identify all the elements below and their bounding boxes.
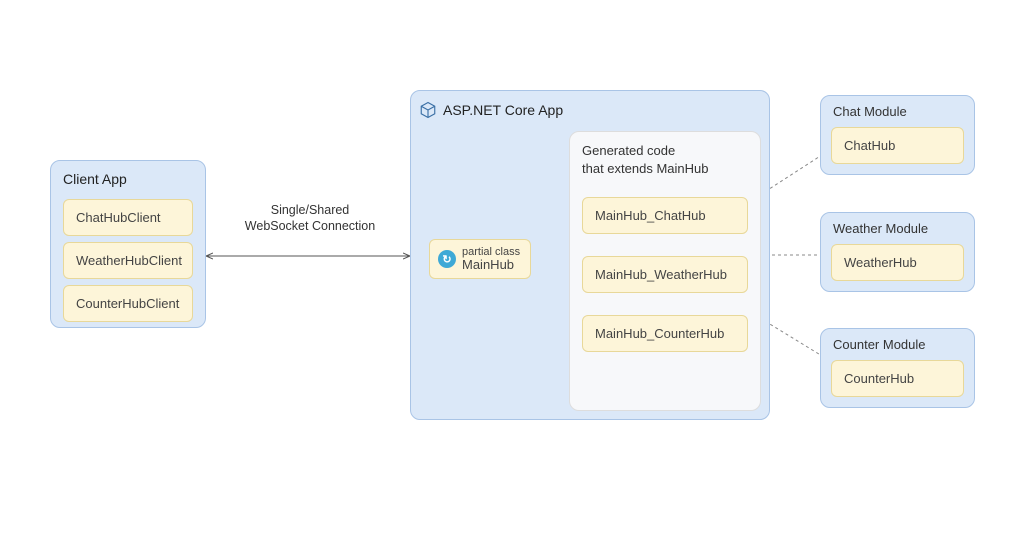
generated-code-title: Generated code that extends MainHub bbox=[570, 132, 760, 183]
weather-module-box: Weather Module WeatherHub bbox=[820, 212, 975, 292]
connection-label-line1: Single/Shared bbox=[225, 202, 395, 218]
generated-item-counter: MainHub_CounterHub bbox=[582, 315, 748, 352]
client-item-chat: ChatHubClient bbox=[63, 199, 193, 236]
roslyn-icon: ↻ bbox=[438, 250, 456, 268]
weather-module-hub: WeatherHub bbox=[831, 244, 964, 281]
client-app-box: Client App ChatHubClient WeatherHubClien… bbox=[50, 160, 206, 328]
generated-item-weather: MainHub_WeatherHub bbox=[582, 256, 748, 293]
connection-label-line2: WebSocket Connection bbox=[225, 218, 395, 234]
generated-item-chat: MainHub_ChatHub bbox=[582, 197, 748, 234]
server-app-box: ASP.NET Core App ↻ partial class MainHub… bbox=[410, 90, 770, 420]
generated-code-box: Generated code that extends MainHub Main… bbox=[569, 131, 761, 411]
chat-module-box: Chat Module ChatHub bbox=[820, 95, 975, 175]
counter-module-hub: CounterHub bbox=[831, 360, 964, 397]
mainhub-name: MainHub bbox=[462, 258, 520, 272]
chat-module-title: Chat Module bbox=[821, 96, 974, 123]
counter-module-title: Counter Module bbox=[821, 329, 974, 356]
server-app-title: ASP.NET Core App bbox=[411, 91, 769, 128]
counter-module-box: Counter Module CounterHub bbox=[820, 328, 975, 408]
cube-icon bbox=[419, 101, 437, 122]
weather-module-title: Weather Module bbox=[821, 213, 974, 240]
chat-module-hub: ChatHub bbox=[831, 127, 964, 164]
client-item-counter: CounterHubClient bbox=[63, 285, 193, 322]
mainhub-pill: ↻ partial class MainHub bbox=[429, 239, 531, 279]
client-app-title: Client App bbox=[51, 161, 205, 193]
diagram-canvas: Client App ChatHubClient WeatherHubClien… bbox=[0, 0, 1024, 538]
connection-label: Single/Shared WebSocket Connection bbox=[225, 202, 395, 235]
client-item-weather: WeatherHubClient bbox=[63, 242, 193, 279]
